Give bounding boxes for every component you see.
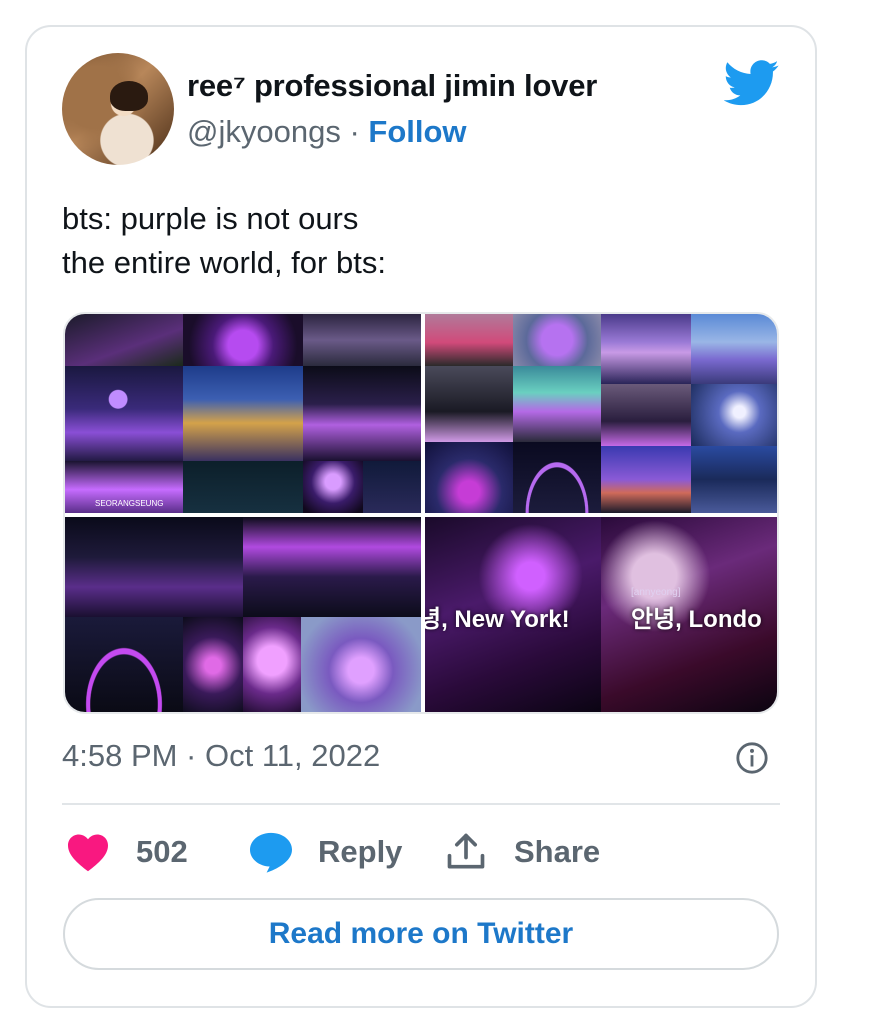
tweet-text-line-2: the entire world, for bts:: [62, 245, 386, 280]
like-count[interactable]: 502: [136, 826, 188, 878]
share-upload-icon: [447, 833, 485, 869]
author-handle[interactable]: @jkyoongs: [187, 114, 341, 149]
follow-link[interactable]: Follow: [368, 114, 466, 149]
read-more-button[interactable]: Read more on Twitter: [63, 898, 779, 970]
media-grid: SEORANGSEUNG 녕, New York! [annyeong] 안녕,…: [63, 312, 779, 714]
media-image-4[interactable]: 녕, New York! [annyeong] 안녕, Londo: [425, 517, 777, 712]
speech-bubble-icon: [250, 832, 292, 873]
author-name[interactable]: ree⁷ professional jimin lover: [187, 68, 597, 104]
tweet-text-line-1: bts: purple is not ours: [62, 201, 359, 236]
author-handle-line: @jkyoongs · Follow: [187, 114, 467, 150]
info-icon[interactable]: [735, 741, 769, 775]
billboard-caption: SEORANGSEUNG: [95, 499, 164, 508]
share-button[interactable]: Share: [444, 826, 600, 878]
reply-button[interactable]: Reply: [248, 826, 402, 878]
action-bar: 502 Reply Share: [62, 826, 780, 878]
avatar[interactable]: [62, 53, 174, 165]
annyeong-caption: [annyeong]: [631, 587, 681, 598]
london-caption: 안녕, Londo: [631, 606, 762, 633]
separator: ·: [340, 114, 369, 149]
reply-label: Reply: [318, 834, 403, 869]
divider: [62, 803, 780, 805]
media-image-2[interactable]: [425, 314, 777, 513]
tweet-text: bts: purple is not ours the entire world…: [62, 197, 386, 285]
timestamp[interactable]: 4:58 PM · Oct 11, 2022: [62, 738, 380, 774]
twitter-bird-icon[interactable]: [724, 60, 780, 106]
heart-icon: [68, 834, 108, 872]
media-image-1[interactable]: SEORANGSEUNG: [65, 314, 421, 513]
share-label: Share: [514, 834, 601, 869]
media-image-3[interactable]: [65, 517, 421, 712]
like-button[interactable]: [66, 826, 110, 878]
new-york-caption: 녕, New York!: [425, 606, 570, 633]
